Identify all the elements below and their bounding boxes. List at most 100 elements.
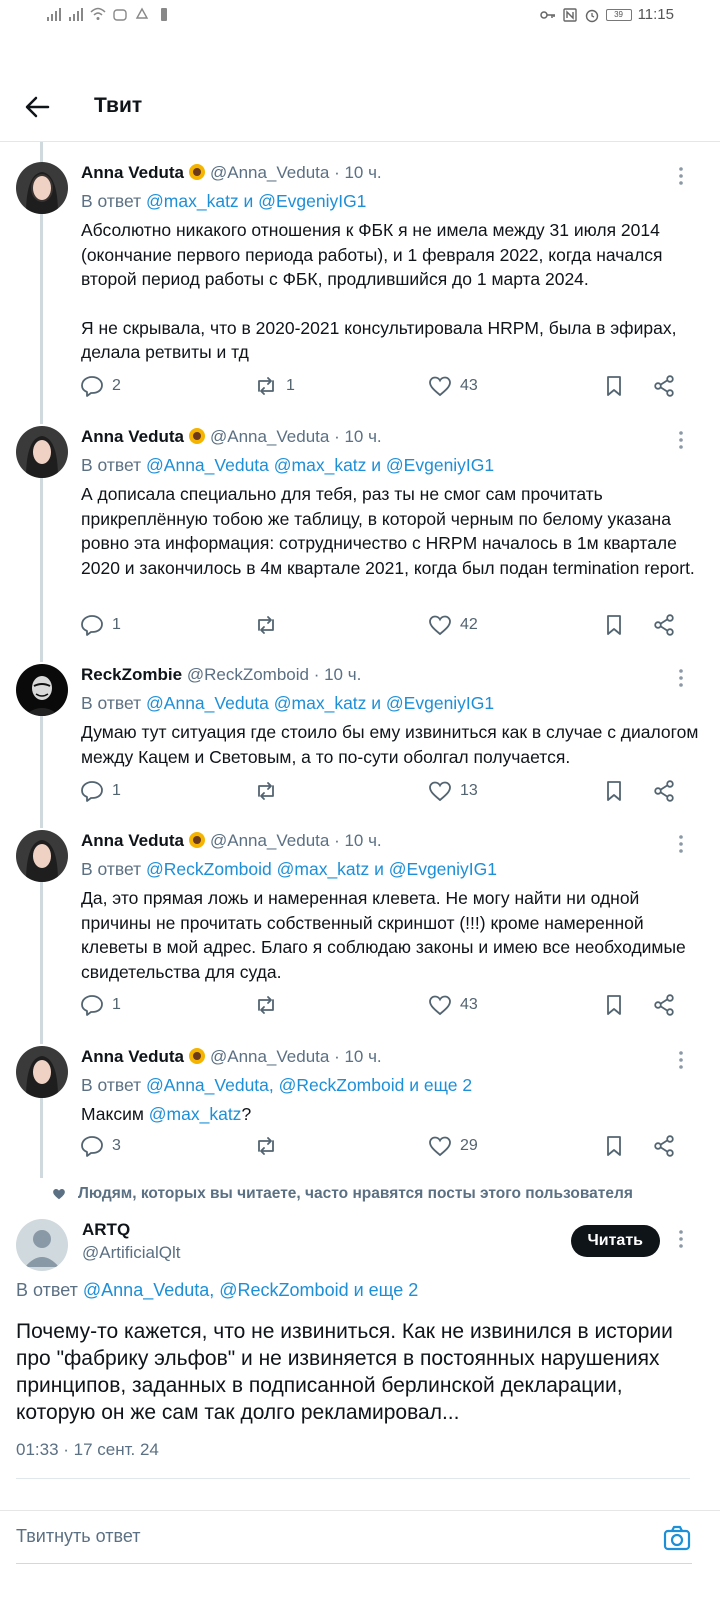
heart-icon bbox=[429, 615, 451, 636]
reply-underline bbox=[16, 1563, 692, 1564]
share-button[interactable] bbox=[652, 613, 676, 637]
avatar[interactable] bbox=[16, 664, 68, 716]
reply-mentions[interactable]: @Anna_Veduta @max_katz и @EvgeniyIG1 bbox=[146, 693, 494, 713]
reply-mentions[interactable]: @max_katz и @EvgeniyIG1 bbox=[146, 191, 366, 211]
tweet-header: ReckZombie @ReckZomboid · 10 ч. bbox=[81, 664, 700, 686]
camera-icon[interactable] bbox=[662, 1523, 692, 1553]
signal-icon bbox=[47, 8, 61, 21]
tweet-time: · 10 ч. bbox=[334, 1047, 382, 1066]
tweet-time: · 10 ч. bbox=[313, 665, 362, 684]
reply-button[interactable]: 2 bbox=[80, 374, 121, 398]
share-button[interactable] bbox=[652, 993, 676, 1017]
bookmark-icon bbox=[607, 615, 621, 635]
tweet-header: Anna Veduta @Anna_Veduta · 10 ч. bbox=[81, 830, 700, 852]
author-name[interactable]: ARTQ bbox=[82, 1219, 181, 1241]
reply-icon bbox=[81, 995, 103, 1016]
reply-mentions[interactable]: @ReckZomboid @max_katz и @EvgeniyIG1 bbox=[146, 859, 497, 879]
more-options-icon[interactable] bbox=[674, 668, 688, 688]
bookmark-button[interactable] bbox=[602, 613, 626, 637]
avatar[interactable] bbox=[16, 830, 68, 882]
tweet-actions: 1 43 bbox=[80, 993, 694, 1021]
like-button[interactable]: 42 bbox=[428, 613, 478, 637]
follow-button[interactable]: Читать bbox=[570, 1225, 660, 1257]
share-button[interactable] bbox=[652, 374, 676, 398]
author-name[interactable]: Anna Veduta bbox=[81, 831, 184, 850]
social-context: Людям, которых вы читаете, часто нравятс… bbox=[52, 1185, 633, 1203]
author-name[interactable]: Anna Veduta bbox=[81, 163, 184, 182]
reply-icon bbox=[81, 615, 103, 636]
reply-button[interactable]: 3 bbox=[80, 1134, 121, 1158]
retweet-icon bbox=[258, 1137, 274, 1155]
thread-line bbox=[40, 142, 43, 162]
top-app-bar: Твит bbox=[0, 70, 720, 142]
tweet-text: А дописала специально для тебя, раз ты н… bbox=[81, 484, 695, 578]
author-handle[interactable]: @Anna_Veduta bbox=[210, 163, 329, 182]
retweet-button[interactable] bbox=[254, 993, 286, 1017]
retweet-button[interactable] bbox=[254, 779, 286, 803]
heart-icon bbox=[429, 376, 451, 397]
tweet-time: · 10 ч. bbox=[334, 163, 382, 182]
social-context-text: Людям, которых вы читаете, часто нравятс… bbox=[78, 1185, 633, 1202]
reply-input[interactable]: Твитнуть ответ bbox=[16, 1526, 141, 1547]
tweet-actions: 1 13 bbox=[80, 779, 694, 807]
author-handle[interactable]: @Anna_Veduta bbox=[210, 1047, 329, 1066]
share-icon bbox=[654, 780, 674, 802]
heart-icon bbox=[429, 781, 451, 802]
like-button[interactable]: 43 bbox=[428, 374, 478, 398]
more-options-icon[interactable] bbox=[674, 166, 688, 186]
bookmark-button[interactable] bbox=[602, 1134, 626, 1158]
more-options-icon[interactable] bbox=[674, 1229, 688, 1249]
author-handle[interactable]: @Anna_Veduta bbox=[210, 831, 329, 850]
reply-mentions[interactable]: @Anna_Veduta, @ReckZomboid и еще 2 bbox=[83, 1280, 418, 1300]
text-mention[interactable]: @max_katz bbox=[149, 1104, 242, 1124]
bookmark-button[interactable] bbox=[602, 779, 626, 803]
back-arrow-icon[interactable] bbox=[22, 92, 52, 122]
more-options-icon[interactable] bbox=[674, 430, 688, 450]
reply-button[interactable]: 1 bbox=[80, 779, 121, 803]
thread-line bbox=[40, 882, 43, 1044]
avatar[interactable] bbox=[16, 1046, 68, 1098]
wifi-icon bbox=[90, 7, 106, 20]
thread-line bbox=[40, 214, 43, 424]
reply-mentions[interactable]: @Anna_Veduta @max_katz и @EvgeniyIG1 bbox=[146, 455, 494, 475]
avatar[interactable] bbox=[16, 426, 68, 478]
bookmark-button[interactable] bbox=[602, 993, 626, 1017]
tweet-header: Anna Veduta @Anna_Veduta · 10 ч. bbox=[81, 1046, 700, 1068]
retweet-icon bbox=[258, 616, 274, 634]
like-button[interactable]: 43 bbox=[428, 993, 478, 1017]
retweet-button[interactable] bbox=[254, 1134, 286, 1158]
author-name[interactable]: ReckZombie bbox=[81, 665, 182, 684]
notification-icon bbox=[113, 9, 127, 21]
reply-icon bbox=[81, 781, 103, 802]
reply-button[interactable]: 1 bbox=[80, 993, 121, 1017]
author-handle[interactable]: @ArtificialQlt bbox=[82, 1241, 181, 1265]
reply-button[interactable]: 1 bbox=[80, 613, 121, 637]
bookmark-button[interactable] bbox=[602, 374, 626, 398]
more-options-icon[interactable] bbox=[674, 1050, 688, 1070]
bookmark-icon bbox=[607, 1136, 621, 1156]
retweet-icon bbox=[258, 377, 274, 395]
bookmark-icon bbox=[607, 781, 621, 801]
avatar[interactable] bbox=[16, 162, 68, 214]
retweet-icon bbox=[258, 996, 274, 1014]
like-button[interactable]: 13 bbox=[428, 779, 478, 803]
tweet-time: · 10 ч. bbox=[334, 831, 382, 850]
avatar[interactable] bbox=[16, 1219, 68, 1271]
author-name[interactable]: Anna Veduta bbox=[81, 427, 184, 446]
share-button[interactable] bbox=[652, 779, 676, 803]
share-button[interactable] bbox=[652, 1134, 676, 1158]
tweet-text: Почему-то кажется, что не извиниться. Ка… bbox=[16, 1320, 673, 1424]
tweet-text: Думаю тут ситуация где стоило бы ему изв… bbox=[81, 722, 699, 767]
retweet-button[interactable]: 1 bbox=[254, 374, 295, 398]
reply-mentions[interactable]: @Anna_Veduta, @ReckZomboid и еще 2 bbox=[146, 1075, 472, 1095]
author-handle[interactable]: @Anna_Veduta bbox=[210, 427, 329, 446]
retweet-button[interactable] bbox=[254, 613, 286, 637]
like-button[interactable]: 29 bbox=[428, 1134, 478, 1158]
author-handle[interactable]: @ReckZomboid bbox=[187, 665, 309, 684]
alarm-icon bbox=[585, 9, 598, 22]
tweet-header: Anna Veduta @Anna_Veduta · 10 ч. bbox=[81, 162, 700, 184]
more-options-icon[interactable] bbox=[674, 834, 688, 854]
sunflower-icon bbox=[188, 428, 205, 444]
author-name[interactable]: Anna Veduta bbox=[81, 1047, 184, 1066]
heart-icon bbox=[429, 1136, 451, 1157]
